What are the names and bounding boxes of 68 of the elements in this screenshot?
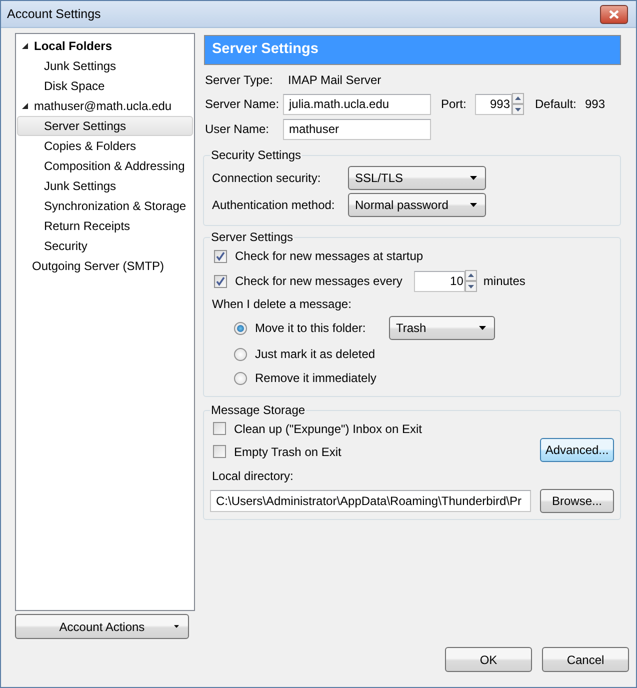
tree-item[interactable]: Composition & Addressing bbox=[17, 156, 193, 176]
group-title: Message Storage bbox=[210, 403, 306, 417]
port-field[interactable]: 993 bbox=[475, 94, 512, 114]
radio-label[interactable]: Remove it immediately bbox=[255, 369, 376, 387]
browse-button[interactable]: Browse... bbox=[540, 489, 614, 513]
tree-item[interactable]: Return Receipts bbox=[17, 216, 193, 236]
tree-item[interactable]: Copies & Folders bbox=[17, 136, 193, 156]
checkbox-label[interactable]: Empty Trash on Exit bbox=[234, 442, 342, 460]
expander-icon[interactable] bbox=[21, 102, 29, 110]
field-label: Server Type: bbox=[205, 72, 274, 89]
checkbox[interactable] bbox=[214, 250, 227, 262]
window-title: Account Settings bbox=[7, 6, 102, 23]
user-name-field[interactable]: mathuser bbox=[283, 118, 431, 140]
interval-field[interactable]: 10 bbox=[414, 270, 466, 292]
server-type-value: IMAP Mail Server bbox=[288, 72, 382, 89]
cancel-button[interactable]: Cancel bbox=[542, 647, 629, 672]
security-dropdown[interactable]: SSL/TLS bbox=[348, 166, 486, 190]
spin-buttons[interactable] bbox=[512, 93, 524, 115]
close-icon bbox=[609, 10, 619, 18]
expander-icon[interactable] bbox=[21, 42, 29, 50]
tree-item[interactable]: mathuser@math.ucla.edu bbox=[17, 96, 193, 116]
checkbox[interactable] bbox=[213, 445, 226, 458]
folder-dropdown[interactable]: Trash bbox=[389, 316, 495, 340]
account-actions-button[interactable]: Account Actions bbox=[15, 614, 189, 639]
field-label: Connection security: bbox=[212, 170, 322, 187]
radio-button[interactable] bbox=[234, 348, 247, 360]
radio-button[interactable] bbox=[234, 322, 247, 334]
tree-item[interactable]: Server Settings bbox=[17, 116, 193, 136]
group-title: Security Settings bbox=[210, 148, 302, 162]
checkbox-label[interactable]: Check for new messages every bbox=[235, 272, 402, 290]
tree-item[interactable]: Synchronization & Storage bbox=[17, 196, 193, 216]
panel-header: Server Settings bbox=[204, 35, 621, 65]
tree-item[interactable]: Local Folders bbox=[17, 36, 193, 56]
check-icon bbox=[215, 276, 226, 286]
tree-item[interactable]: Security bbox=[17, 236, 193, 256]
server-name-field[interactable]: julia.math.ucla.edu bbox=[283, 94, 431, 114]
default-port-value: 993 bbox=[585, 96, 606, 113]
advanced-button[interactable]: Advanced... bbox=[540, 438, 614, 462]
field-label: Port: bbox=[441, 96, 468, 113]
directory-field[interactable]: C:\Users\Administrator\AppData\Roaming\Thunderbird\Pr bbox=[210, 490, 531, 512]
close-button[interactable] bbox=[600, 4, 628, 24]
unit-label: minutes bbox=[483, 273, 526, 290]
check-icon bbox=[215, 251, 226, 261]
field-label: User Name: bbox=[205, 121, 270, 138]
field-label: Default: bbox=[535, 96, 578, 113]
checkbox[interactable] bbox=[213, 422, 226, 435]
radio-button[interactable] bbox=[234, 372, 247, 384]
field-label: Server Name: bbox=[205, 96, 280, 113]
caret-icon bbox=[470, 203, 477, 207]
tree-item[interactable]: Junk Settings bbox=[17, 176, 193, 196]
tree-item[interactable]: Outgoing Server (SMTP) bbox=[17, 256, 193, 276]
caret-icon bbox=[470, 176, 477, 180]
checkbox-label[interactable]: Check for new messages at startup bbox=[235, 247, 424, 265]
radio-label[interactable]: Just mark it as deleted bbox=[255, 345, 376, 363]
checkbox-label[interactable]: Clean up ("Expunge") Inbox on Exit bbox=[234, 420, 422, 438]
section-label: When I delete a message: bbox=[212, 296, 352, 313]
authentication-dropdown[interactable]: Normal password bbox=[348, 193, 486, 217]
checkbox[interactable] bbox=[214, 274, 227, 288]
ok-button[interactable]: OK bbox=[445, 647, 532, 672]
spin-buttons[interactable] bbox=[465, 270, 478, 292]
radio-label[interactable]: Move it to this folder: bbox=[255, 319, 381, 337]
group-title: Server Settings bbox=[210, 230, 294, 244]
caret-icon bbox=[479, 326, 486, 330]
caret-icon bbox=[174, 625, 179, 628]
tree-item[interactable]: Junk Settings bbox=[17, 56, 193, 76]
tree-item[interactable]: Disk Space bbox=[17, 76, 193, 96]
field-label: Authentication method: bbox=[212, 197, 336, 214]
field-label: Local directory: bbox=[212, 468, 294, 485]
